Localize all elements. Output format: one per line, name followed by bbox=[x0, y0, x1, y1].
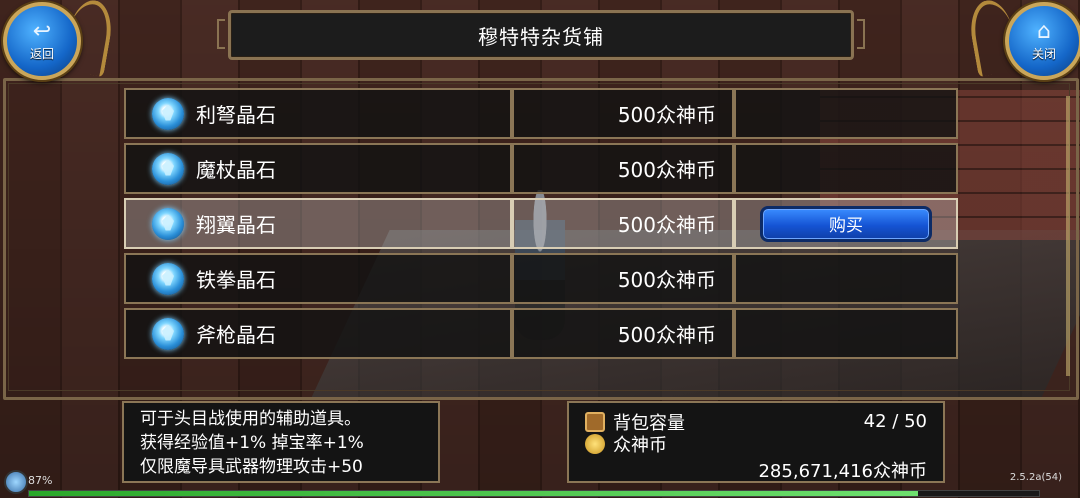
home-icon: ⌂ bbox=[1037, 18, 1051, 44]
item-price: 500众神币 bbox=[617, 323, 716, 347]
buy-button[interactable]: 购买 bbox=[760, 205, 932, 242]
item-name-cell: 翔翼晶石 bbox=[124, 198, 512, 249]
item-price: 500众神币 bbox=[617, 103, 716, 127]
item-name: 利弩晶石 bbox=[196, 103, 276, 127]
item-row[interactable]: 铁拳晶石 500众神币 bbox=[124, 253, 958, 304]
description-line: 可于头目战使用的辅助道具。 bbox=[140, 409, 361, 429]
crystal-icon bbox=[152, 262, 184, 295]
item-price-cell: 500众神币 bbox=[512, 253, 734, 304]
inventory-panel: 背包容量 42 / 50 众神币 285,671,416众神币 bbox=[567, 401, 945, 483]
shop-title: 穆特特杂货铺 bbox=[217, 10, 865, 60]
currency-value: 285,671,416众神币 bbox=[758, 461, 927, 482]
bag-value: 42 / 50 bbox=[863, 411, 927, 432]
item-name-cell: 铁拳晶石 bbox=[124, 253, 512, 304]
item-description-panel: 可于头目战使用的辅助道具。 获得经验值+1% 掉宝率+1% 仅限魔导具武器物理攻… bbox=[122, 401, 440, 483]
description-line: 仅限魔导具武器物理攻击+50 bbox=[140, 457, 363, 477]
list-scrollbar[interactable] bbox=[1066, 96, 1070, 376]
item-price: 500众神币 bbox=[617, 158, 716, 182]
item-price: 500众神币 bbox=[617, 213, 716, 237]
description-line: 获得经验值+1% 掉宝率+1% bbox=[140, 433, 364, 453]
bag-icon bbox=[585, 412, 605, 432]
item-price-cell: 500众神币 bbox=[512, 88, 734, 139]
version-text: 2.5.2a(54) bbox=[1009, 472, 1062, 483]
item-name-cell: 利弩晶石 bbox=[124, 88, 512, 139]
crystal-icon bbox=[152, 207, 184, 240]
experience-fill bbox=[29, 491, 918, 496]
shop-title-text: 穆特特杂货铺 bbox=[478, 24, 604, 49]
currency-row: 众神币 bbox=[569, 431, 667, 457]
status-bar: 87% 2.5.2a(54) bbox=[0, 470, 1080, 498]
item-name: 翔翼晶石 bbox=[196, 213, 276, 237]
item-row-selected[interactable]: 翔翼晶石 500众神币 购买 bbox=[124, 198, 958, 249]
item-price-cell: 500众神币 bbox=[512, 308, 734, 359]
back-arrow-icon: ↩ bbox=[32, 18, 52, 44]
item-action-cell: 购买 bbox=[734, 198, 958, 249]
crystal-icon bbox=[152, 152, 184, 185]
item-action-cell bbox=[734, 88, 958, 139]
back-button[interactable]: ↩ 返回 bbox=[3, 2, 81, 80]
item-row[interactable]: 利弩晶石 500众神币 bbox=[124, 88, 958, 139]
item-name: 斧枪晶石 bbox=[196, 323, 276, 347]
item-price-cell: 500众神币 bbox=[512, 198, 734, 249]
item-name: 铁拳晶石 bbox=[196, 268, 276, 292]
coin-icon bbox=[585, 434, 605, 454]
item-name-cell: 斧枪晶石 bbox=[124, 308, 512, 359]
close-label: 关闭 bbox=[1031, 46, 1056, 61]
item-action-cell bbox=[734, 308, 958, 359]
item-row[interactable]: 斧枪晶石 500众神币 bbox=[124, 308, 958, 359]
experience-bar bbox=[28, 490, 1040, 497]
item-price: 500众神币 bbox=[617, 268, 716, 292]
crystal-icon bbox=[152, 317, 184, 350]
item-name-cell: 魔杖晶石 bbox=[124, 143, 512, 194]
back-label: 返回 bbox=[29, 46, 54, 61]
item-action-cell bbox=[734, 253, 958, 304]
crystal-icon bbox=[152, 97, 184, 130]
item-list: 利弩晶石 500众神币 魔杖晶石 500众神币 翔翼晶石 500众神币 购买 铁… bbox=[124, 88, 958, 363]
currency-label: 众神币 bbox=[613, 435, 667, 456]
item-name: 魔杖晶石 bbox=[196, 158, 276, 182]
item-row[interactable]: 魔杖晶石 500众神币 bbox=[124, 143, 958, 194]
player-status-icon bbox=[4, 470, 28, 494]
item-price-cell: 500众神币 bbox=[512, 143, 734, 194]
battery-level: 87% bbox=[28, 474, 53, 487]
close-button[interactable]: ⌂ 关闭 bbox=[1005, 2, 1080, 80]
item-action-cell bbox=[734, 143, 958, 194]
